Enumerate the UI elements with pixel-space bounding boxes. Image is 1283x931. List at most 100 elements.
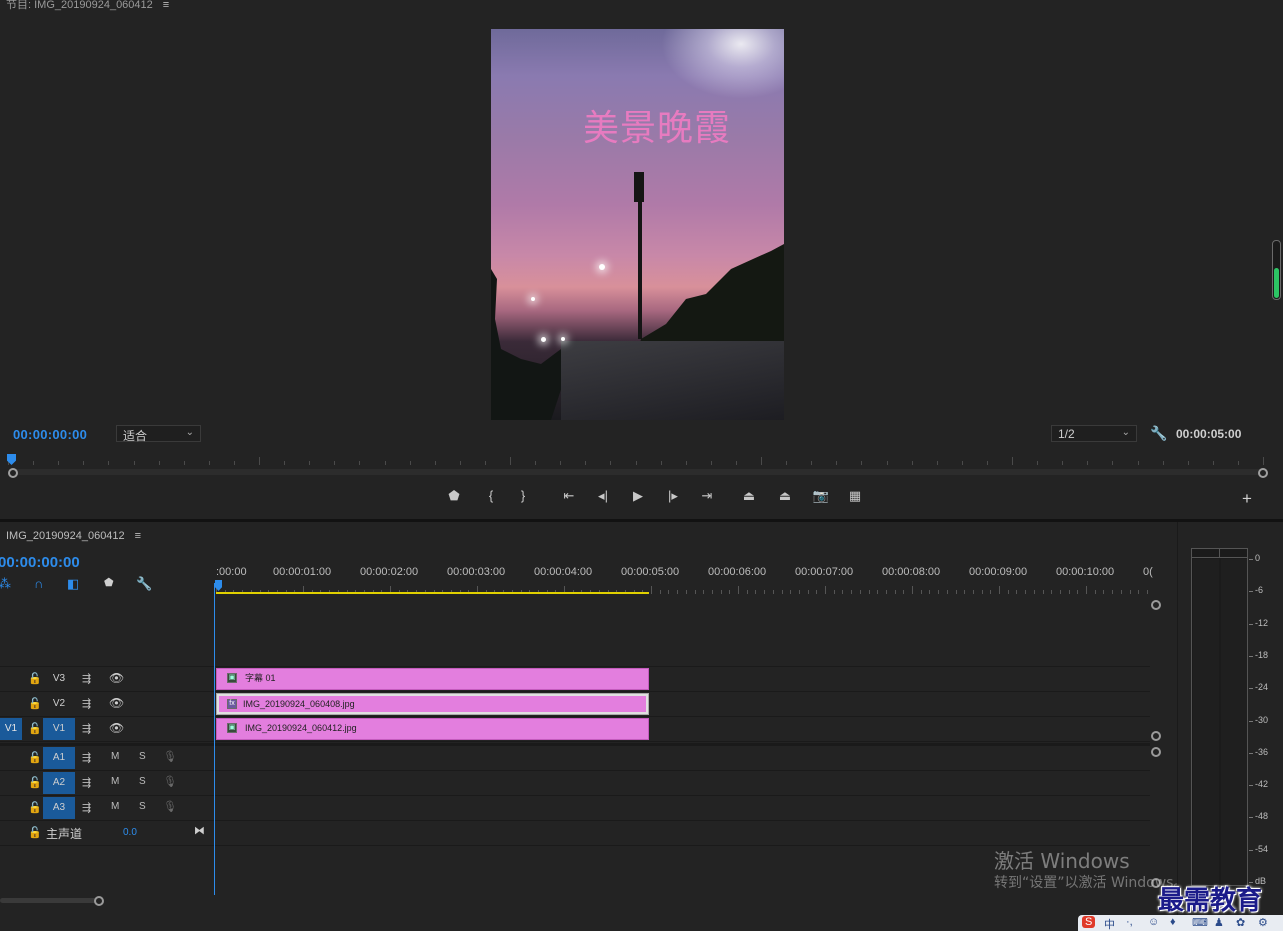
compare-icon[interactable]: ▦ — [844, 488, 866, 504]
lock-icon[interactable]: 🔓 — [28, 751, 42, 764]
eye-icon[interactable]: 👁 — [109, 696, 124, 710]
ruler-tick — [851, 590, 853, 594]
ruler-tick — [1042, 590, 1044, 594]
timeline-settings-wrench-icon[interactable]: 🔧 — [136, 576, 152, 592]
go-to-out-icon[interactable]: ⇥ — [696, 488, 718, 504]
timeline-ruler[interactable]: :00:00 00:00:01:00 00:00:02:00 00:00:03:00 0… — [216, 566, 1153, 594]
monitor-zoom-scrollbar[interactable] — [10, 469, 1265, 475]
track-name-v1[interactable]: V1 — [43, 718, 75, 740]
step-back-icon[interactable]: ◂| — [592, 488, 614, 504]
ime-toolbar-icon[interactable]: ·, — [1126, 916, 1133, 928]
ime-toolbar-icon[interactable]: ✿ — [1236, 916, 1245, 929]
sequence-tab[interactable]: IMG_20190924_060412 ≡ — [6, 530, 141, 542]
scroll-handle[interactable] — [1151, 747, 1161, 757]
monitor-time-ruler[interactable] — [8, 455, 1268, 467]
lock-icon[interactable]: 🔓 — [28, 801, 42, 814]
mark-out-icon[interactable]: } — [512, 488, 534, 503]
scroll-handle[interactable] — [94, 896, 104, 906]
mark-in-icon[interactable]: { — [480, 488, 502, 503]
linked-selection-icon[interactable]: ◧ — [67, 576, 79, 592]
monitor-scroll-left-handle[interactable] — [8, 468, 18, 478]
eye-icon[interactable]: 👁 — [109, 671, 124, 685]
marker-icon[interactable]: ⬟ — [443, 488, 465, 504]
hamburger-icon[interactable]: ≡ — [163, 0, 169, 11]
ime-toolbar-icon[interactable]: ♦ — [1170, 916, 1176, 928]
ime-toolbar-icon[interactable]: 中 — [1104, 916, 1115, 931]
sync-lock-icon[interactable]: ⇶ — [82, 722, 91, 735]
timeline-timecode[interactable]: 00:00:00:00 — [0, 554, 80, 571]
scroll-handle[interactable] — [1151, 600, 1161, 610]
playback-resolution-dropdown[interactable]: 1/2 ⌄ — [1051, 425, 1137, 442]
settings-wrench-icon[interactable]: 🔧 — [1150, 425, 1167, 442]
lock-icon[interactable]: 🔓 — [28, 776, 42, 789]
source-patch-v1[interactable]: V1 — [0, 718, 22, 740]
ime-toolbar[interactable]: S 中 ·, ☺ ♦ ⌨ ♟ ✿ ⚙ — [1078, 915, 1283, 931]
ime-toolbar-icon[interactable]: ♟ — [1214, 916, 1224, 929]
sync-lock-icon[interactable]: ⇶ — [82, 751, 91, 764]
microphone-icon[interactable]: 🎙 — [163, 800, 177, 813]
scroll-thumb[interactable] — [0, 898, 100, 903]
monitor-current-timecode[interactable]: 00:00:00:00 — [13, 427, 87, 442]
play-icon[interactable]: ▶ — [627, 488, 649, 504]
track-name-a2[interactable]: A2 — [43, 772, 75, 794]
monitor-scroll-right-handle[interactable] — [1258, 468, 1268, 478]
mute-button[interactable]: M — [111, 801, 119, 812]
nest-icon[interactable]: ⁂ — [0, 576, 11, 592]
add-button[interactable]: + — [1242, 489, 1252, 509]
ime-toolbar-icon[interactable]: ☺ — [1148, 916, 1159, 928]
ruler-tick — [912, 586, 913, 594]
lock-icon[interactable]: 🔓 — [28, 826, 42, 839]
step-forward-icon[interactable]: |▸ — [662, 488, 684, 504]
go-to-edit-icon[interactable]: ⧓ — [194, 824, 205, 837]
lock-icon[interactable]: 🔓 — [28, 722, 42, 735]
extract-icon[interactable]: ⏏ — [774, 488, 796, 504]
snap-magnet-icon[interactable]: ∩ — [34, 576, 43, 591]
clip-title-01[interactable]: ▣ 字幕 01 — [216, 668, 649, 690]
track-name-a3[interactable]: A3 — [43, 797, 75, 819]
track-name-v3[interactable]: V3 — [43, 668, 75, 690]
solo-button[interactable]: S — [139, 801, 146, 812]
ruler-tick — [1212, 461, 1214, 465]
ruler-tick — [868, 590, 870, 594]
track-name-a1[interactable]: A1 — [43, 747, 75, 769]
microphone-icon[interactable]: 🎙 — [163, 750, 177, 763]
empty-track-space — [0, 597, 1150, 667]
timeline-vertical-scrollbar[interactable] — [1151, 600, 1161, 895]
sync-lock-icon[interactable]: ⇶ — [82, 697, 91, 710]
sync-lock-icon[interactable]: ⇶ — [82, 801, 91, 814]
ime-toolbar-icon[interactable]: ⌨ — [1192, 916, 1208, 929]
clip-img-060408[interactable]: fx IMG_20190924_060408.jpg — [216, 693, 649, 715]
ruler-tick — [986, 461, 988, 465]
monitor-title[interactable]: 节目: IMG_20190924_060412 ≡ — [6, 0, 169, 12]
microphone-icon[interactable]: 🎙 — [163, 775, 177, 788]
ime-toolbar-icon[interactable]: S — [1082, 916, 1096, 928]
sync-lock-icon[interactable]: ⇶ — [82, 672, 91, 685]
ime-toolbar-icon[interactable]: ⚙ — [1258, 916, 1268, 929]
zoom-fit-dropdown[interactable]: 适合 ⌄ — [116, 425, 201, 443]
transport-controls: ⬟ { } ⇤ ◂| ▶ |▸ ⇥ ⏏ ⏏ 📷 ▦ — [440, 488, 880, 508]
lift-icon[interactable]: ⏏ — [738, 488, 760, 504]
video-preview[interactable]: 美景晚霞 — [491, 29, 784, 420]
go-to-in-icon[interactable]: ⇤ — [558, 488, 580, 504]
mute-button[interactable]: M — [111, 751, 119, 762]
scroll-handle[interactable] — [1151, 731, 1161, 741]
clip-img-060412[interactable]: ▣ IMG_20190924_060412.jpg — [216, 718, 649, 740]
solo-button[interactable]: S — [139, 776, 146, 787]
eye-icon[interactable]: 👁 — [109, 721, 124, 735]
work-area-bar[interactable] — [216, 592, 649, 594]
sync-lock-icon[interactable]: ⇶ — [82, 776, 91, 789]
track-header-a1: 🔓 A1 ⇶ M S 🎙 — [0, 746, 213, 770]
track-name-v2[interactable]: V2 — [43, 693, 75, 715]
lock-icon[interactable]: 🔓 — [28, 672, 42, 685]
mute-button[interactable]: M — [111, 776, 119, 787]
timeline-horizontal-scrollbar[interactable] — [0, 896, 1150, 906]
hamburger-icon[interactable]: ≡ — [135, 530, 141, 542]
solo-button[interactable]: S — [139, 751, 146, 762]
lock-icon[interactable]: 🔓 — [28, 697, 42, 710]
export-frame-icon[interactable]: 📷 — [810, 488, 832, 504]
add-marker-icon[interactable]: ⬟ — [104, 576, 114, 589]
ruler-tick — [434, 461, 436, 465]
ruler-tick — [259, 457, 260, 465]
ruler-tick — [659, 590, 661, 594]
master-volume-value[interactable]: 0.0 — [123, 827, 137, 838]
